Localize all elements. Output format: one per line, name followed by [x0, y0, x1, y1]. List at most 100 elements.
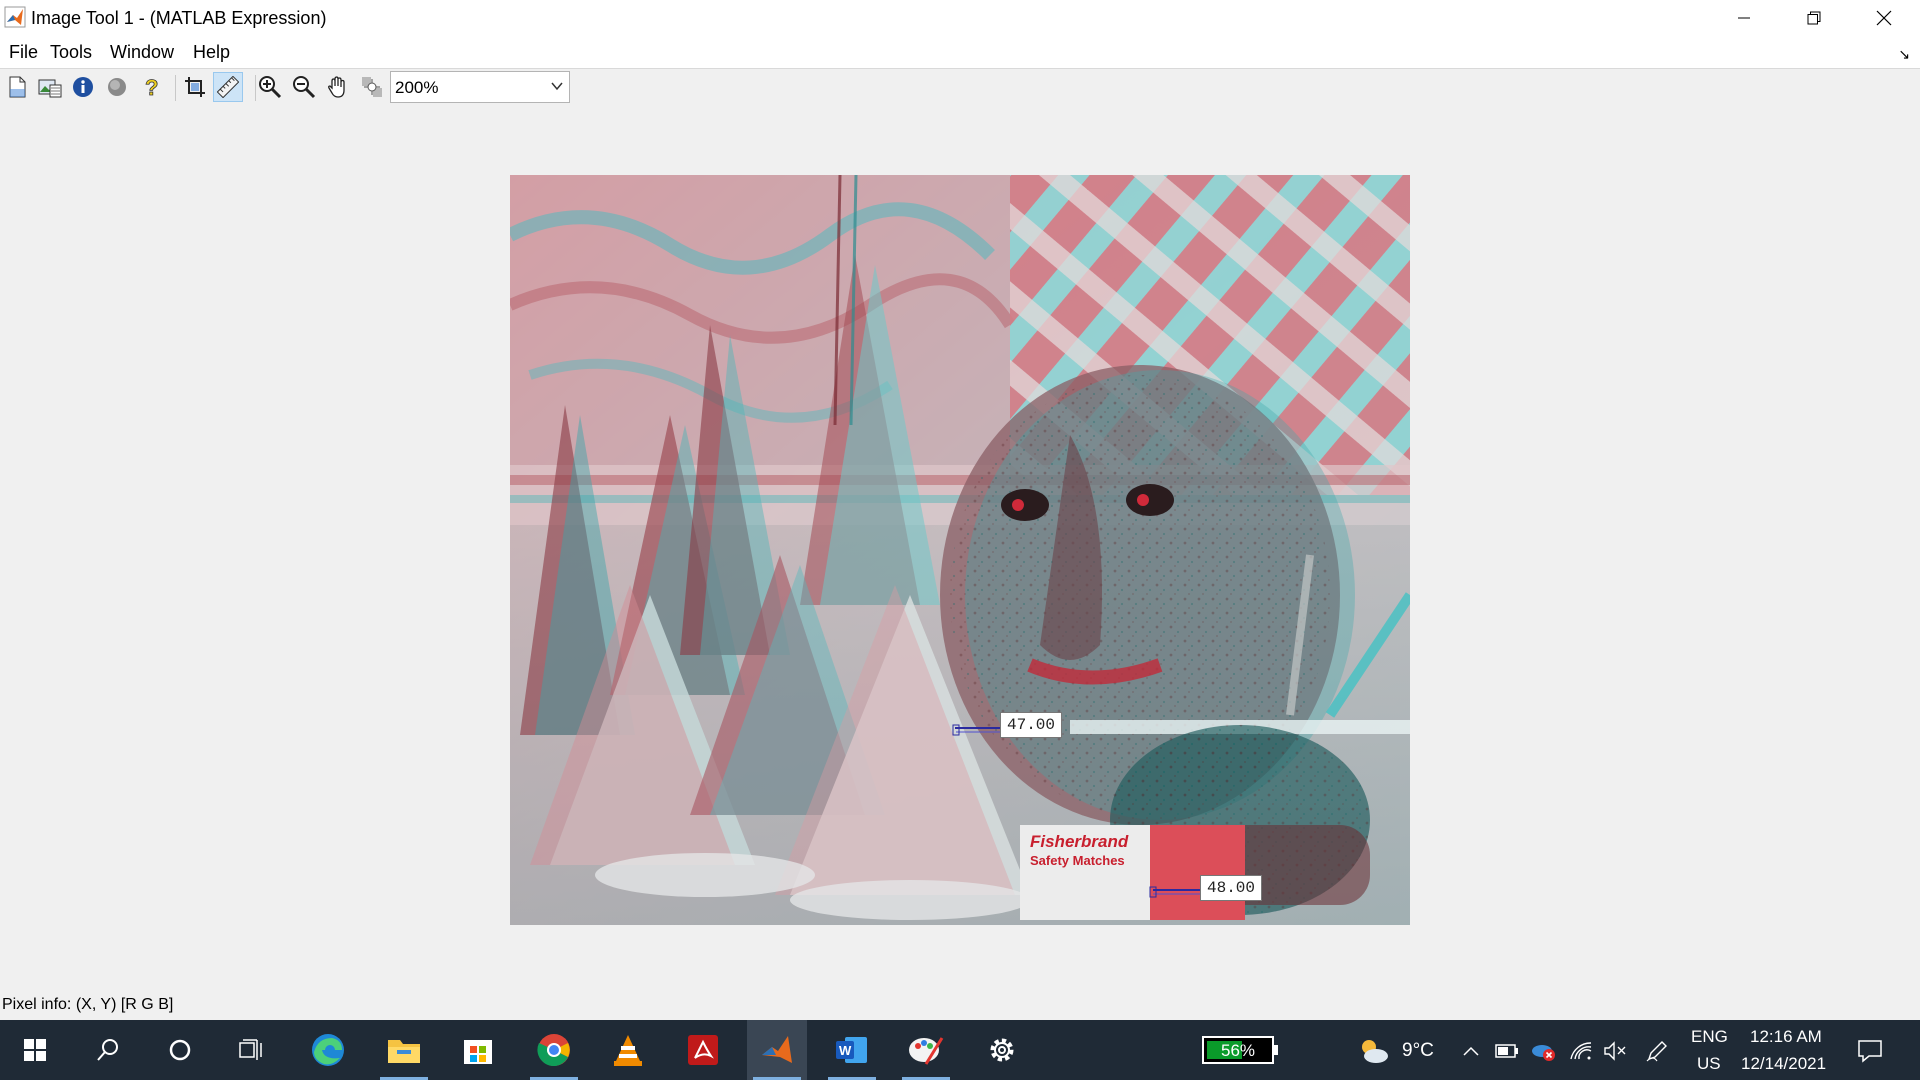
- show-hidden-icons-button[interactable]: [1458, 1038, 1484, 1064]
- minimize-icon: [1738, 17, 1750, 19]
- pan-button[interactable]: [323, 72, 353, 102]
- network-button[interactable]: [1568, 1038, 1594, 1064]
- taskbar: W: [0, 1020, 1920, 1080]
- dock-arrow-icon[interactable]: ↘: [1898, 46, 1910, 63]
- taskbar-chrome[interactable]: [524, 1020, 584, 1080]
- file-explorer-icon: [388, 1040, 420, 1063]
- battery-percent: 56%: [1220, 1041, 1256, 1060]
- restore-button[interactable]: [1779, 0, 1849, 36]
- task-view-icon: [239, 1039, 262, 1060]
- paint-app-icon: [909, 1037, 944, 1065]
- image-information-icon: [73, 77, 93, 97]
- crop-icon: [185, 77, 205, 97]
- onedrive-error-icon: [1532, 1045, 1555, 1061]
- new-figure-icon: [9, 76, 26, 98]
- svg-text:?: ?: [145, 75, 158, 99]
- volume-button[interactable]: [1602, 1038, 1628, 1064]
- crop-button[interactable]: [180, 72, 210, 102]
- anaglyph-image[interactable]: Fisherbrand Safety Matches: [510, 175, 1410, 925]
- export-image-button[interactable]: [35, 72, 65, 102]
- adjust-contrast-button[interactable]: [102, 72, 132, 102]
- onedrive-button[interactable]: [1530, 1038, 1556, 1064]
- chevron-up-icon: [1463, 1046, 1479, 1056]
- action-center-button[interactable]: [1857, 1038, 1883, 1064]
- chrome-browser-icon: [537, 1034, 570, 1067]
- zoom-level-value: 200%: [395, 78, 439, 97]
- taskbar-paint[interactable]: [896, 1020, 956, 1080]
- svg-text:W: W: [839, 1043, 852, 1058]
- pen-icon: [1646, 1041, 1667, 1062]
- adjust-contrast-icon: [108, 78, 126, 96]
- help-icon: ?: [145, 75, 159, 99]
- zoom-level-dropdown[interactable]: 200%: [390, 71, 570, 103]
- start-button[interactable]: [5, 1020, 65, 1080]
- distance-label[interactable]: 47.00: [1000, 712, 1063, 738]
- wifi-icon: [1570, 1042, 1592, 1060]
- zoom-out-button[interactable]: [289, 72, 319, 102]
- matlab-logo-icon: [4, 6, 26, 28]
- battery-icon: [1495, 1044, 1518, 1058]
- box-product-text: Safety Matches: [1030, 853, 1125, 868]
- cortana-icon: [169, 1039, 191, 1061]
- task-view-button[interactable]: [222, 1020, 282, 1080]
- clock-time[interactable]: 12:16 AM: [1750, 1027, 1822, 1047]
- minimize-button[interactable]: [1709, 0, 1779, 36]
- windows-logo-icon: [24, 1039, 46, 1061]
- weather-icon[interactable]: [1356, 1038, 1390, 1064]
- pixel-region-button[interactable]: [357, 72, 387, 102]
- clock-date[interactable]: 12/14/2021: [1741, 1054, 1826, 1074]
- menu-window[interactable]: Window: [110, 42, 174, 63]
- taskbar-matlab[interactable]: [747, 1020, 807, 1080]
- taskbar-file-explorer[interactable]: [374, 1020, 434, 1080]
- export-image-icon: [38, 79, 62, 98]
- taskbar-settings[interactable]: [972, 1020, 1032, 1080]
- close-button[interactable]: [1849, 0, 1919, 36]
- input-region[interactable]: US: [1697, 1054, 1721, 1074]
- box-brand-text: Fisherbrand: [1030, 832, 1129, 851]
- chevron-down-icon: [551, 82, 563, 91]
- battery-tip: [1274, 1045, 1278, 1055]
- menu-file[interactable]: File: [9, 42, 38, 63]
- pen-workspace-button[interactable]: [1644, 1038, 1670, 1064]
- taskbar-word[interactable]: W: [822, 1020, 882, 1080]
- image-display[interactable]: Fisherbrand Safety Matches 47.00 48.00: [510, 175, 1410, 925]
- new-figure-button[interactable]: [2, 72, 32, 102]
- battery-meter[interactable]: 56%: [1202, 1036, 1278, 1064]
- toolbar-separator: [175, 75, 176, 101]
- menu-help[interactable]: Help: [193, 42, 230, 63]
- acrobat-reader-icon: [688, 1035, 718, 1065]
- measure-distance-icon: [217, 76, 239, 98]
- notification-icon: [1858, 1040, 1882, 1063]
- zoom-out-icon: [293, 76, 316, 99]
- image-information-button[interactable]: [68, 72, 98, 102]
- zoom-in-button[interactable]: [255, 72, 285, 102]
- pixel-info-status: Pixel info: (X, Y) [R G B]: [2, 996, 174, 1013]
- cortana-button[interactable]: [150, 1020, 210, 1080]
- menu-tools[interactable]: Tools: [50, 42, 92, 63]
- distance-label[interactable]: 48.00: [1200, 875, 1263, 901]
- search-icon: [97, 1039, 118, 1061]
- gear-icon: [990, 1038, 1014, 1062]
- taskbar-vlc[interactable]: [598, 1020, 658, 1080]
- pixel-region-icon: [362, 77, 382, 97]
- microsoft-store-icon: [464, 1040, 492, 1064]
- taskbar-edge[interactable]: [298, 1020, 358, 1080]
- pan-icon: [328, 76, 345, 98]
- menu-bar: File Tools Window Help ↘: [0, 36, 1920, 69]
- input-language[interactable]: ENG: [1691, 1027, 1728, 1047]
- restore-icon: [1807, 11, 1821, 25]
- battery-tray-button[interactable]: [1494, 1038, 1520, 1064]
- zoom-in-icon: [259, 76, 282, 99]
- toolbar: ? 200%: [0, 69, 1920, 107]
- word-icon: W: [836, 1037, 867, 1063]
- search-button[interactable]: [78, 1020, 138, 1080]
- edge-browser-icon: [312, 1034, 344, 1066]
- vlc-player-icon: [614, 1035, 642, 1066]
- volume-muted-icon: [1604, 1041, 1626, 1061]
- taskbar-acrobat[interactable]: [673, 1020, 733, 1080]
- weather-temperature[interactable]: 9°C: [1402, 1040, 1434, 1062]
- taskbar-store[interactable]: [448, 1020, 508, 1080]
- matlab-logo-icon: [762, 1036, 792, 1063]
- help-button[interactable]: ?: [137, 72, 167, 102]
- measure-distance-button[interactable]: [213, 72, 243, 102]
